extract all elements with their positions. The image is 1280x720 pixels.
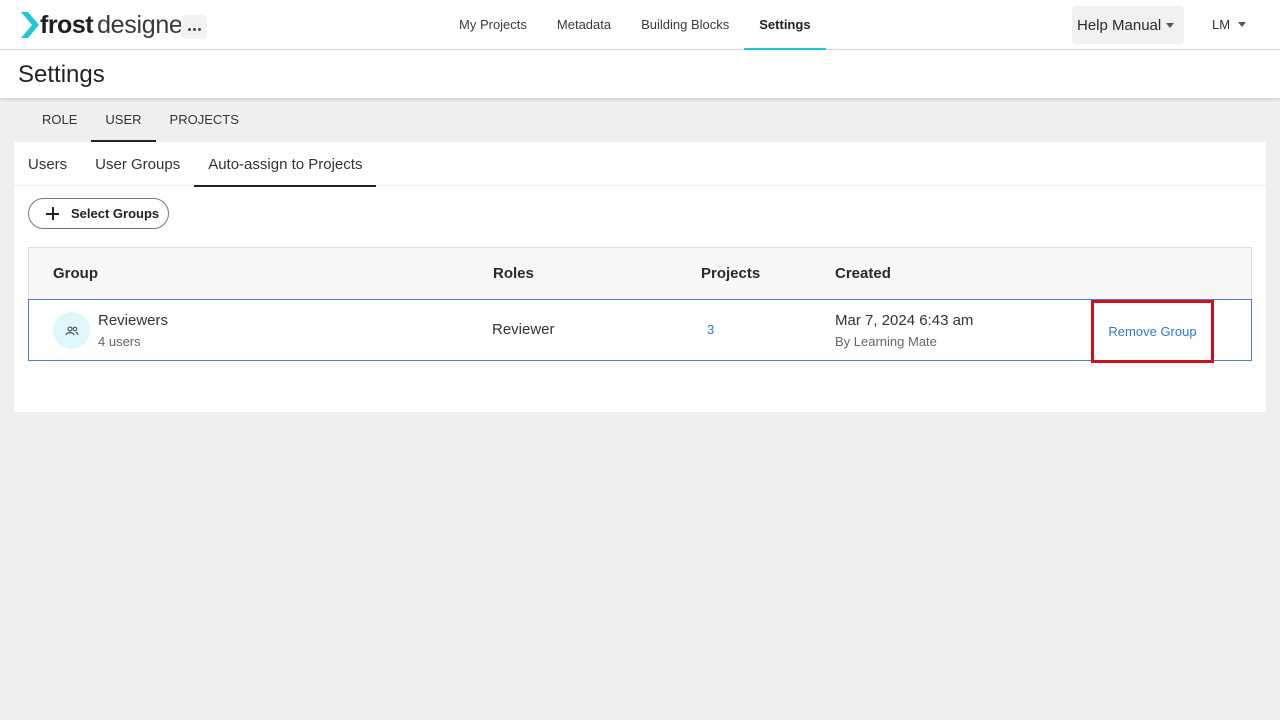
group-role: Reviewer [492,321,555,338]
select-groups-label: Select Groups [71,206,160,221]
content-panel: Users User Groups Auto-assign to Project… [14,142,1266,412]
table-header: Group Roles Projects Created [28,247,1252,299]
user-subtabs: Users User Groups Auto-assign to Project… [14,142,1266,187]
ellipsis-dot [197,27,201,31]
remove-group-button[interactable]: Remove Group [1091,300,1214,363]
nav-metadata[interactable]: Metadata [542,0,626,50]
created-date: Mar 7, 2024 6:43 am [835,312,974,329]
group-name: Reviewers [98,312,169,329]
caret-down-icon [1238,22,1247,27]
top-bar: frost designer My Projects Metadata Buil… [0,0,1280,50]
tab-user[interactable]: USER [91,99,156,142]
column-header-projects: Projects [701,265,761,282]
caret-down-icon [1166,22,1175,28]
tab-projects[interactable]: PROJECTS [156,99,253,142]
select-groups-button[interactable]: Select Groups [28,198,169,229]
more-options-button[interactable] [181,15,207,39]
subtab-users[interactable]: Users [14,142,81,186]
column-header-roles: Roles [493,265,534,282]
created-by: By Learning Mate [835,334,937,349]
column-header-group: Group [53,265,98,282]
ellipsis-dot [192,27,196,31]
help-manual-dropdown[interactable]: Help Manual [1072,6,1184,44]
column-header-created: Created [835,265,891,282]
ellipsis-icon [187,27,191,31]
user-menu[interactable]: LM [1212,17,1247,32]
page-title: Settings [18,61,105,88]
group-user-count: 4 users [98,334,141,349]
group-projects-link[interactable]: 3 [707,322,714,337]
logo-text-bold: frost [40,10,94,39]
frost-designer-logo[interactable]: frost designer [21,11,191,39]
user-initials: LM [1212,17,1231,32]
group-icon [64,325,79,335]
settings-tabs: ROLE USER PROJECTS [28,99,253,142]
page-header: Settings [0,50,1280,98]
logo-text-light: designer [97,10,191,39]
tab-role[interactable]: ROLE [28,99,91,142]
nav-building-blocks[interactable]: Building Blocks [626,0,744,50]
group-avatar [53,312,90,349]
groups-table: Group Roles Projects Created Reviewers 4… [28,247,1252,363]
nav-settings[interactable]: Settings [744,0,826,50]
plus-icon [46,207,59,220]
table-row[interactable]: Reviewers 4 users Reviewer 3 Mar 7, 2024… [28,299,1252,363]
subtab-auto-assign[interactable]: Auto-assign to Projects [194,142,377,187]
logo-chevron-icon [21,12,39,38]
main-nav: My Projects Metadata Building Blocks Set… [444,0,826,50]
subtab-user-groups[interactable]: User Groups [81,142,194,186]
nav-my-projects[interactable]: My Projects [444,0,542,50]
help-manual-label: Help Manual [1077,16,1162,34]
